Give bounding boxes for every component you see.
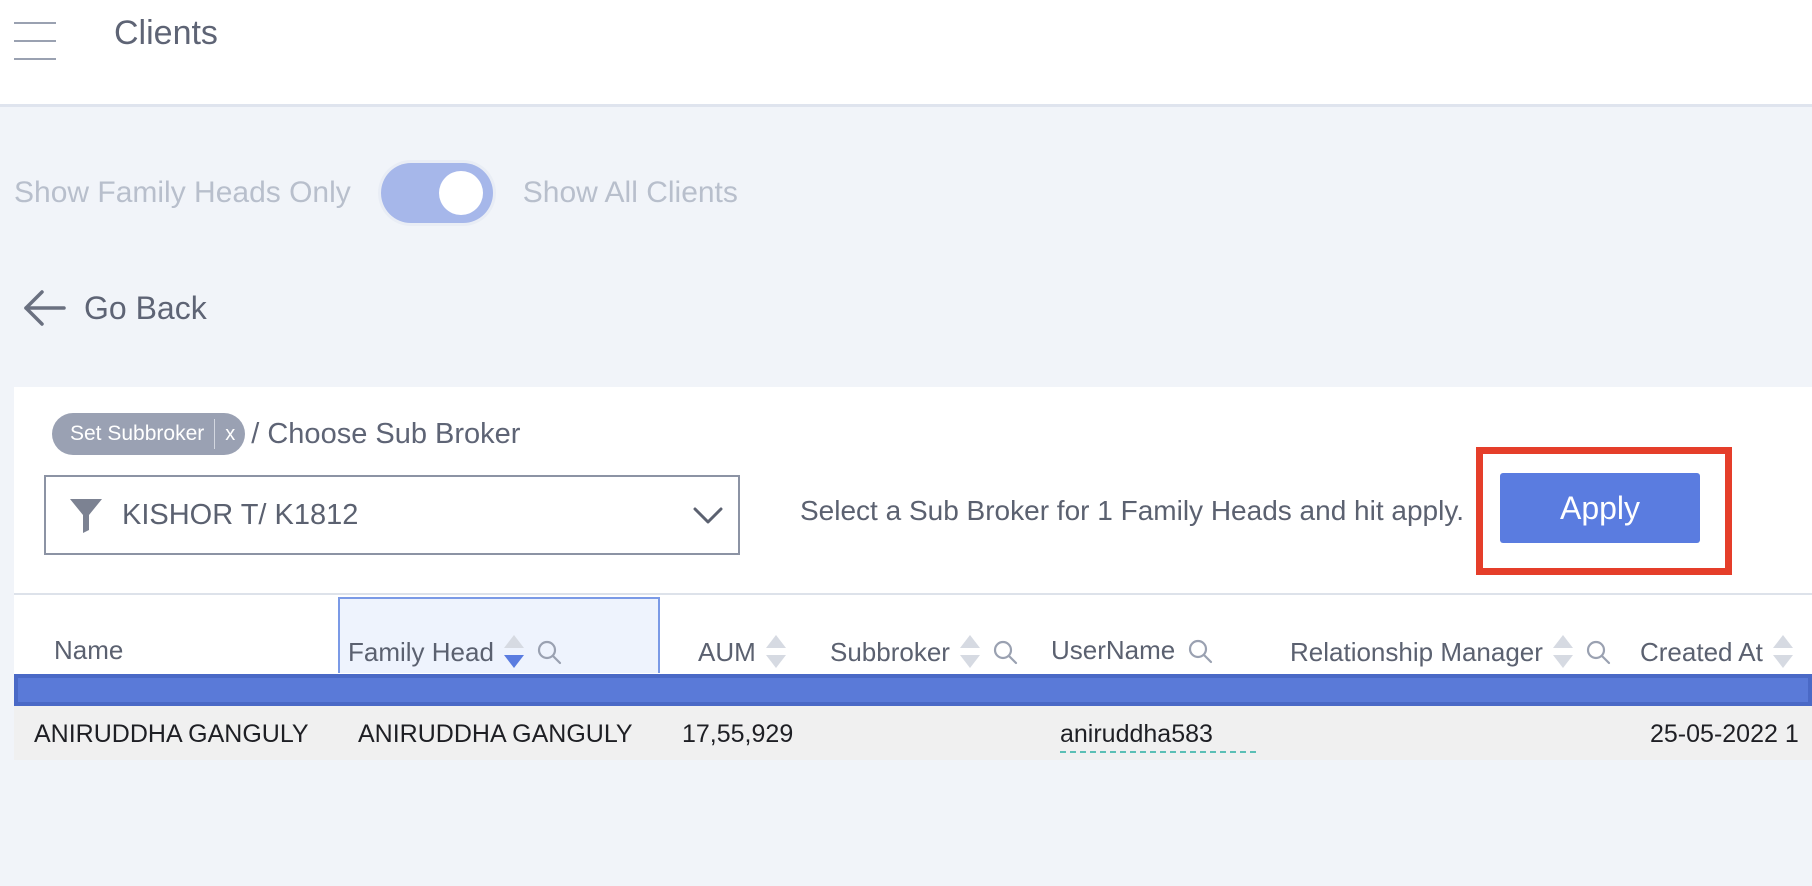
search-icon[interactable] xyxy=(1585,639,1611,665)
top-bar: Clients xyxy=(0,0,1812,107)
column-header-label: UserName xyxy=(1051,635,1176,665)
sort-icon[interactable] xyxy=(1552,635,1573,669)
column-header-label: AUM xyxy=(698,636,756,667)
chip-divider xyxy=(214,419,216,449)
column-header-label: Relationship Manager xyxy=(1290,636,1543,667)
toggle-left-label: Show Family Heads Only xyxy=(14,176,351,209)
search-icon[interactable] xyxy=(536,639,562,665)
column-header-label: Name xyxy=(54,635,124,665)
column-header-label: Subbroker xyxy=(830,636,950,667)
cell-family-head: ANIRUDDHA GANGULY xyxy=(358,720,633,748)
breadcrumb-current: / Choose Sub Broker xyxy=(251,417,521,450)
column-header-relationship-manager[interactable]: Relationship Manager xyxy=(1290,635,1611,669)
column-header-username[interactable]: UserName xyxy=(1051,635,1213,666)
sort-icon[interactable] xyxy=(1772,635,1793,669)
column-header-subbroker[interactable]: Subbroker xyxy=(830,635,1018,669)
breadcrumb: Set Subbroker x / Choose Sub Broker xyxy=(52,413,520,455)
cell-username-link[interactable]: aniruddha583 xyxy=(1060,720,1256,753)
cell-name: ANIRUDDHA GANGULY xyxy=(34,720,309,748)
sort-icon[interactable] xyxy=(959,635,980,669)
go-back-link[interactable]: Go Back xyxy=(22,288,207,328)
arrow-left-icon xyxy=(24,290,66,326)
column-header-name[interactable]: Name xyxy=(54,635,123,666)
selected-row-bar xyxy=(14,674,1812,706)
column-header-created-at[interactable]: Created At xyxy=(1640,635,1793,669)
table-row[interactable]: ANIRUDDHA GANGULY ANIRUDDHA GANGULY 17,5… xyxy=(14,706,1812,760)
cell-aum: 17,55,929 xyxy=(682,720,794,748)
sort-icon[interactable] xyxy=(765,635,786,669)
apply-button[interactable]: Apply xyxy=(1500,473,1700,543)
column-header-aum[interactable]: AUM xyxy=(698,635,786,669)
apply-hint-text: Select a Sub Broker for 1 Family Heads a… xyxy=(800,495,1465,526)
column-header-label: Family Head xyxy=(348,636,494,667)
column-header-family-head[interactable]: Family Head xyxy=(348,635,562,669)
sort-icon[interactable] xyxy=(503,635,524,669)
search-icon[interactable] xyxy=(1187,638,1213,664)
page-title: Clients xyxy=(114,14,218,52)
table-divider xyxy=(14,593,1812,595)
toggle-knob xyxy=(438,171,483,215)
go-back-label: Go Back xyxy=(84,289,207,326)
hamburger-menu-icon[interactable] xyxy=(14,22,58,60)
subbroker-select[interactable]: KISHOR T/ K1812 xyxy=(44,475,740,555)
cell-created-at: 25-05-2022 1 xyxy=(1650,720,1799,748)
chevron-down-icon xyxy=(693,507,723,524)
chip-close-icon[interactable]: x xyxy=(225,423,235,446)
subbroker-selected-value: KISHOR T/ K1812 xyxy=(122,498,359,531)
chip-label: Set Subbroker xyxy=(70,422,205,445)
family-head-toggle-row: Show Family Heads Only Show All Clients xyxy=(14,160,738,226)
toggle-right-label: Show All Clients xyxy=(522,176,738,209)
family-heads-toggle-switch[interactable] xyxy=(380,163,493,223)
search-icon[interactable] xyxy=(992,639,1018,665)
funnel-icon xyxy=(70,499,102,533)
column-header-label: Created At xyxy=(1640,636,1763,667)
set-subbroker-chip[interactable]: Set Subbroker x xyxy=(52,413,246,455)
subbroker-panel: Set Subbroker x / Choose Sub Broker KISH… xyxy=(14,387,1812,760)
